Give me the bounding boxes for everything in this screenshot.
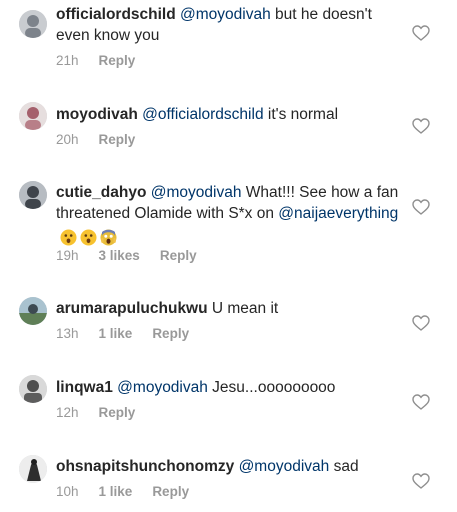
comment-time: 19h: [56, 248, 79, 263]
comment-text: moyodivah @officialordschild it's normal: [56, 104, 401, 125]
avatar[interactable]: [19, 181, 47, 209]
comments-list: officialordschild @moyodivah but he does…: [0, 0, 457, 512]
comment-text: linqwa1 @moyodivah Jesu...ooooooooo: [56, 377, 401, 398]
comment-meta: 20h Reply: [56, 132, 135, 147]
comment-meta: 13h 1 like Reply: [56, 326, 189, 341]
comment-username[interactable]: cutie_dahyo: [56, 184, 146, 201]
comment-meta: 10h 1 like Reply: [56, 484, 189, 499]
comment-username[interactable]: moyodivah: [56, 106, 138, 123]
comment-body: it's normal: [263, 106, 339, 123]
comment-time: 20h: [56, 132, 79, 147]
comment-username[interactable]: officialordschild: [56, 6, 176, 23]
reply-button[interactable]: Reply: [99, 405, 136, 420]
comment-username[interactable]: ohsnapitshunchonomzy: [56, 458, 234, 475]
avatar[interactable]: [19, 455, 47, 483]
comment-meta: 12h Reply: [56, 405, 135, 420]
heart-outline-icon[interactable]: [412, 315, 430, 331]
heart-outline-icon[interactable]: [412, 25, 430, 41]
comment-text: cutie_dahyo @moyodivah What!!! See how a…: [56, 182, 401, 248]
reply-button[interactable]: Reply: [152, 326, 189, 341]
comment-username[interactable]: arumarapuluchukwu: [56, 300, 208, 317]
comment-time: 13h: [56, 326, 79, 341]
comment-mention[interactable]: @moyodivah: [117, 379, 208, 396]
comment-meta: 19h 3 likes Reply: [56, 248, 197, 263]
heart-outline-icon[interactable]: [412, 394, 430, 410]
comment-body: Jesu...ooooooooo: [207, 379, 336, 396]
comment-mention[interactable]: @moyodivah: [180, 6, 271, 23]
comment-text: ohsnapitshunchonomzy @moyodivah sad: [56, 456, 401, 477]
astonished-face-icon: [60, 229, 77, 246]
avatar[interactable]: [19, 375, 47, 403]
heart-outline-icon[interactable]: [412, 199, 430, 215]
comment-text: officialordschild @moyodivah but he does…: [56, 4, 401, 46]
reply-button[interactable]: Reply: [99, 53, 136, 68]
comment-username[interactable]: linqwa1: [56, 379, 113, 396]
comment-body: U mean it: [207, 300, 279, 317]
avatar[interactable]: [19, 102, 47, 130]
emoji-group: [60, 227, 120, 248]
reply-button[interactable]: Reply: [152, 484, 189, 499]
comment-mention[interactable]: @moyodivah: [239, 458, 330, 475]
comment-time: 21h: [56, 53, 79, 68]
heart-outline-icon[interactable]: [412, 118, 430, 134]
avatar[interactable]: [19, 10, 47, 38]
avatar[interactable]: [19, 297, 47, 325]
comment-mention-2[interactable]: @naijaeverything: [278, 205, 398, 222]
comment-mention[interactable]: @officialordschild: [142, 106, 263, 123]
comment-meta: 21h Reply: [56, 53, 135, 68]
comment-text: arumarapuluchukwu U mean it: [56, 298, 401, 319]
reply-button[interactable]: Reply: [99, 132, 136, 147]
reply-button[interactable]: Reply: [160, 248, 197, 263]
astonished-face-icon: [80, 229, 97, 246]
comment-time: 12h: [56, 405, 79, 420]
comment-body: sad: [329, 458, 359, 475]
screaming-face-icon: [100, 229, 117, 246]
comment-mention[interactable]: @moyodivah: [151, 184, 242, 201]
heart-outline-icon[interactable]: [412, 473, 430, 489]
likes-count[interactable]: 1 like: [99, 484, 133, 499]
likes-count[interactable]: 3 likes: [99, 248, 140, 263]
likes-count[interactable]: 1 like: [99, 326, 133, 341]
comment-time: 10h: [56, 484, 79, 499]
